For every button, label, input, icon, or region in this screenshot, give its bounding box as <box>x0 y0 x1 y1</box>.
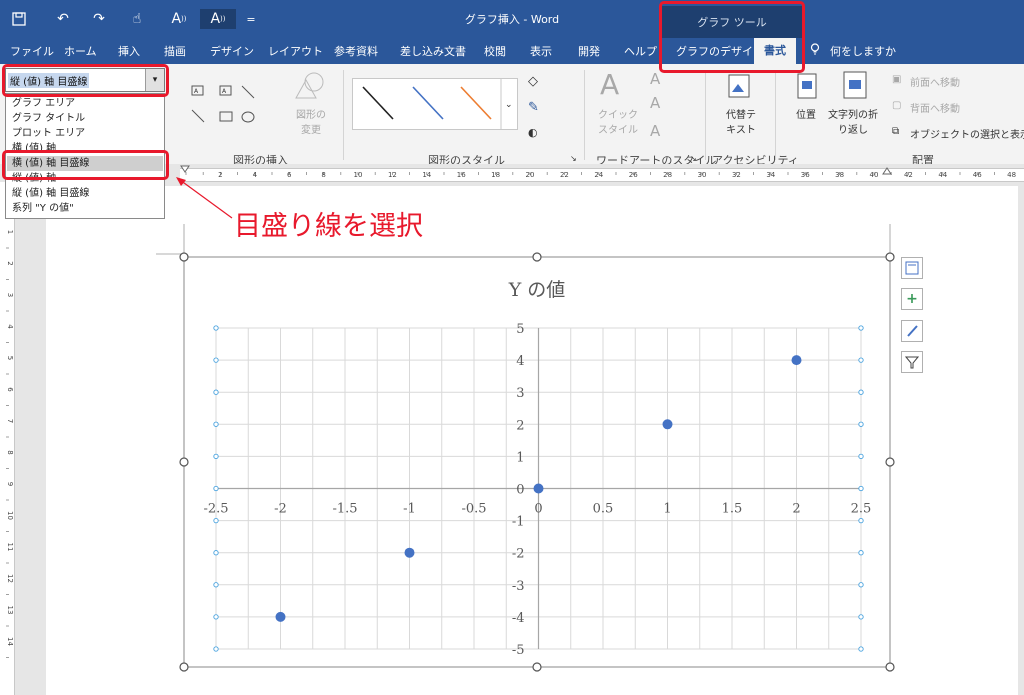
annotation-label: 目盛り線を選択 <box>234 211 423 242</box>
annotation-arrow <box>176 177 233 219</box>
